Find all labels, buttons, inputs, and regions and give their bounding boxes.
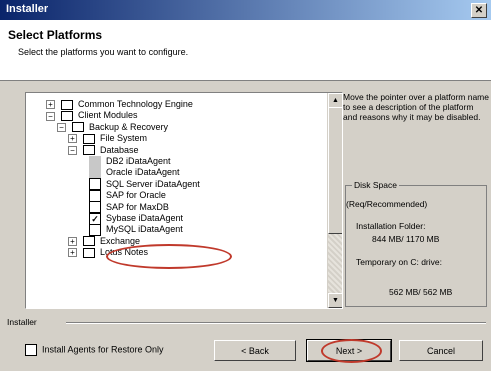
tree-scrollbar[interactable]: ▲ ▼ <box>327 93 342 308</box>
tree-item-label: MySQL iDataAgent <box>106 224 183 235</box>
sybase-highlight-ring <box>106 244 232 269</box>
disk-space-label: Disk Space <box>352 180 399 190</box>
temp-drive-label: Temporary on C: drive: <box>356 257 442 267</box>
tree-item-label: Oracle iDataAgent <box>106 167 180 178</box>
tree-item[interactable]: + Exchange <box>68 235 140 247</box>
cancel-button[interactable]: Cancel <box>399 340 483 361</box>
page-title: Select Platforms <box>8 28 103 42</box>
collapse-icon[interactable]: − <box>68 145 77 155</box>
tree-item[interactable]: − Database <box>68 144 139 156</box>
tree-item[interactable]: DB2 iDataAgent <box>89 155 171 168</box>
tree-item-label: Exchange <box>100 235 141 246</box>
tree-item[interactable]: − Backup & Recovery <box>57 121 168 133</box>
installer-group-label: Installer <box>7 317 37 327</box>
tree-item[interactable]: + Common Technology Engine <box>46 98 193 110</box>
tree-item-label: Common Technology Engine <box>78 99 193 109</box>
expand-icon[interactable]: + <box>46 100 55 110</box>
folder-icon <box>83 145 95 156</box>
scroll-up-icon[interactable]: ▲ <box>328 93 342 108</box>
footer-divider <box>66 322 486 324</box>
tree-item[interactable]: SAP for Oracle <box>89 189 166 202</box>
window-titlebar: Installer ✕ <box>0 0 491 20</box>
next-highlight-ring <box>321 339 382 363</box>
tree-item-label: DB2 iDataAgent <box>106 156 171 166</box>
tree-item[interactable]: + File System <box>68 132 147 144</box>
platform-info-text: Move the pointer over a platform name to… <box>343 92 489 122</box>
folder-icon <box>72 122 84 133</box>
expand-icon[interactable]: + <box>68 248 77 258</box>
tree-item[interactable]: SAP for MaxDB <box>89 201 169 214</box>
collapse-icon[interactable]: − <box>46 111 55 121</box>
restore-only-checkbox[interactable] <box>25 344 37 356</box>
scroll-thumb[interactable] <box>328 107 342 234</box>
collapse-icon[interactable]: − <box>57 122 66 132</box>
tree-item-label: SAP for MaxDB <box>106 201 169 212</box>
install-folder-value: 844 MB/ 1170 MB <box>372 234 440 244</box>
tree-item-label: SQL Server iDataAgent <box>106 178 200 189</box>
tree-item-label: File System <box>100 133 148 144</box>
folder-icon <box>61 99 73 110</box>
tree-item[interactable]: SQL Server iDataAgent <box>89 178 200 191</box>
restore-only-label: Install Agents for Restore Only <box>42 344 164 355</box>
close-icon[interactable]: ✕ <box>471 3 487 18</box>
tree-item-label: Sybase iDataAgent <box>106 213 184 223</box>
page-subtitle: Select the platforms you want to configu… <box>18 47 189 57</box>
temp-drive-value: 562 MB/ 562 MB <box>389 287 453 297</box>
expand-icon[interactable]: + <box>68 236 77 246</box>
tree-item-label: Database <box>100 144 139 155</box>
folder-icon <box>83 133 95 144</box>
tree-item[interactable]: MySQL iDataAgent <box>89 223 183 237</box>
tree-item-label: Client Modules <box>78 110 138 121</box>
back-button[interactable]: < Back <box>214 340 296 361</box>
folder-icon <box>83 247 95 258</box>
tree-item-label: Backup & Recovery <box>89 121 169 132</box>
install-folder-label: Installation Folder: <box>356 221 426 231</box>
expand-icon[interactable]: + <box>68 134 77 144</box>
folder-icon <box>83 236 95 247</box>
folder-icon <box>61 111 73 122</box>
wizard-header: Select Platforms Select the platforms yo… <box>0 20 491 81</box>
tree-item[interactable]: ✓ Sybase iDataAgent <box>89 212 184 225</box>
tree-item[interactable]: − Client Modules <box>46 109 138 122</box>
disk-requirement-label: (Req/Recommended) <box>346 199 428 209</box>
scroll-down-icon[interactable]: ▼ <box>328 293 342 308</box>
tree-item[interactable]: Oracle iDataAgent <box>89 166 180 180</box>
restore-only-option[interactable]: Install Agents for Restore Only <box>25 344 164 356</box>
platform-tree[interactable]: ▲ ▼ + Common Technology Engine − Client Mod… <box>25 92 343 309</box>
tree-item-label: SAP for Oracle <box>106 190 166 201</box>
window-title: Installer <box>6 3 49 15</box>
